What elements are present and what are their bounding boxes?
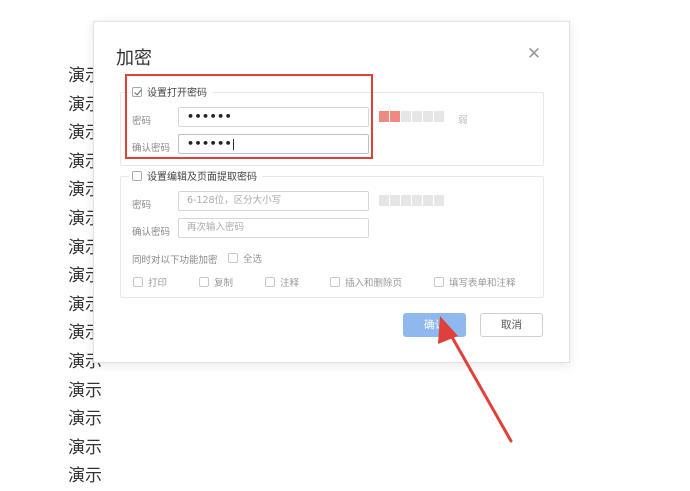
edit-password-toggle[interactable]: 设置编辑及页面提取密码 — [129, 168, 262, 183]
encrypt-dialog: 加密 ✕ 设置打开密码 密码 •••••• 确认密码 •••••• 弱 设置编辑… — [93, 21, 570, 363]
print-checkbox[interactable] — [133, 277, 143, 287]
edit-password-section: 设置编辑及页面提取密码 密码 6-128位，区分大小写 确认密码 再次输入密码 … — [120, 168, 544, 298]
edit-password-field-label: 密码 — [132, 200, 152, 211]
open-password-checkbox[interactable] — [132, 86, 142, 97]
option-annotate[interactable]: 注释 — [265, 275, 299, 289]
open-password-confirm-input[interactable]: •••••• — [178, 134, 369, 154]
option-fill-form[interactable]: 填写表单和注释 — [434, 275, 516, 289]
select-all-option[interactable]: 全选 — [228, 251, 262, 265]
option-label: 填写表单和注释 — [449, 278, 516, 289]
strength-segment — [434, 111, 444, 122]
edit-confirm-placeholder: 再次输入密码 — [187, 222, 245, 233]
option-label: 注释 — [280, 278, 300, 289]
cancel-button[interactable]: 取消 — [480, 313, 543, 337]
functions-label: 同时对以下功能加密 — [132, 255, 218, 266]
edit-password-checkbox[interactable] — [132, 170, 142, 181]
edit-strength-meter — [379, 195, 444, 206]
strength-segment — [379, 111, 389, 122]
edit-password-label: 设置编辑及页面提取密码 — [147, 172, 257, 183]
confirm-password-label: 确认密码 — [132, 143, 171, 154]
open-password-input[interactable]: •••••• — [178, 107, 369, 127]
open-password-toggle[interactable]: 设置打开密码 — [129, 84, 212, 99]
insert-delete-checkbox[interactable] — [330, 277, 340, 287]
open-password-value: •••••• — [187, 110, 233, 123]
copy-checkbox[interactable] — [199, 277, 209, 287]
doc-line: 演示 — [68, 437, 102, 458]
confirm-button[interactable]: 确认 — [403, 313, 466, 337]
option-label: 复制 — [214, 278, 234, 289]
strength-segment — [423, 111, 433, 122]
doc-line: 演示 — [68, 466, 102, 487]
option-copy[interactable]: 复制 — [199, 275, 233, 289]
close-icon[interactable]: ✕ — [526, 46, 542, 63]
open-password-section: 设置打开密码 密码 •••••• 确认密码 •••••• 弱 — [120, 84, 544, 166]
strength-segment — [390, 111, 400, 122]
strength-segment — [401, 111, 411, 122]
doc-line: 演示 — [68, 409, 102, 430]
fill-form-checkbox[interactable] — [434, 277, 444, 287]
open-password-confirm-value: •••••• — [187, 137, 233, 150]
edit-confirm-input[interactable]: 再次输入密码 — [178, 218, 369, 238]
doc-line: 演示 — [68, 380, 102, 401]
option-insert-delete[interactable]: 插入和删除页 — [330, 275, 402, 289]
password-label: 密码 — [132, 116, 152, 127]
edit-confirm-label: 确认密码 — [132, 227, 171, 238]
select-all-checkbox[interactable] — [228, 253, 238, 263]
dialog-title: 加密 — [116, 48, 152, 69]
strength-text: 弱 — [458, 115, 468, 126]
edit-password-placeholder: 6-128位，区分大小写 — [187, 195, 282, 206]
annotate-checkbox[interactable] — [265, 277, 275, 287]
select-all-label: 全选 — [243, 254, 263, 265]
option-label: 插入和删除页 — [345, 278, 403, 289]
strength-segment — [412, 111, 422, 122]
option-print[interactable]: 打印 — [133, 275, 167, 289]
edit-password-input[interactable]: 6-128位，区分大小写 — [178, 191, 369, 211]
option-label: 打印 — [148, 278, 168, 289]
password-strength-meter — [379, 111, 444, 122]
open-password-label: 设置打开密码 — [147, 88, 207, 99]
